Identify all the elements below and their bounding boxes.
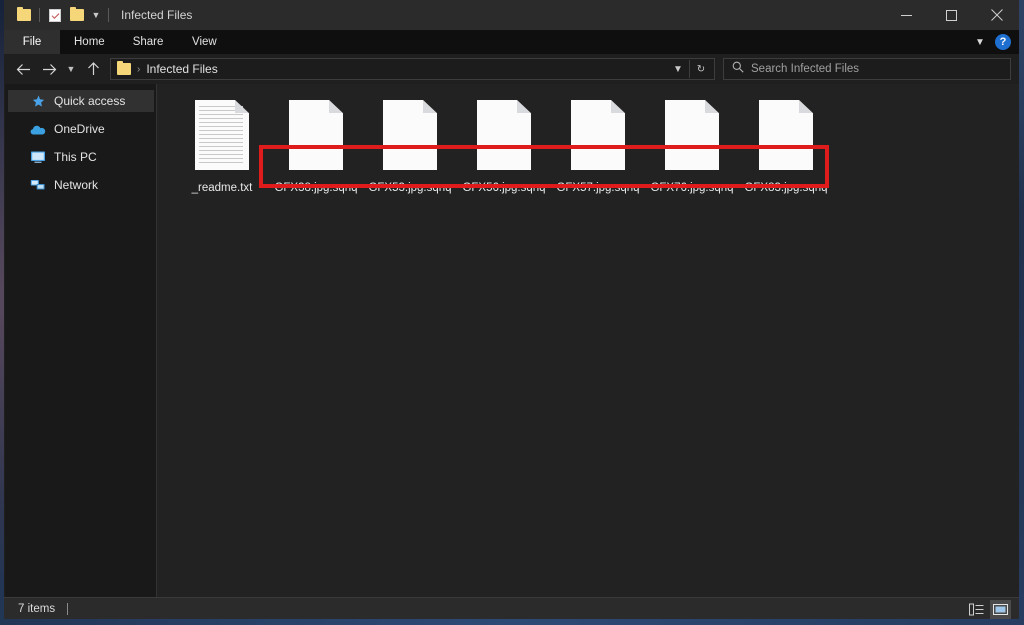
- desktop-background: ▼ Infected Files File Home Share View ▼ …: [0, 0, 1024, 625]
- status-divider: [67, 602, 69, 615]
- window-title: Infected Files: [121, 8, 193, 22]
- maximize-icon[interactable]: [929, 0, 974, 30]
- details-view-icon[interactable]: [966, 600, 987, 619]
- file-explorer-window: ▼ Infected Files File Home Share View ▼ …: [4, 0, 1019, 619]
- properties-icon[interactable]: [44, 4, 66, 26]
- file-list-pane[interactable]: _readme.txt GFX38.jpg.sqnq GFX53.jpg.sqn…: [157, 84, 1019, 597]
- sidebar-item-network[interactable]: Network: [8, 174, 154, 196]
- file-item[interactable]: _readme.txt: [175, 98, 269, 195]
- file-item[interactable]: GFX38.jpg.sqnq: [269, 98, 363, 195]
- sidebar-item-label: Quick access: [54, 94, 126, 108]
- sidebar-item-label: Network: [54, 178, 99, 192]
- chevron-down-icon[interactable]: ▼: [88, 10, 104, 20]
- blank-document-icon: [477, 100, 531, 170]
- navigation-bar: ▼ › Infected Files ▼ ↻: [4, 54, 1019, 84]
- ribbon-right-controls: ▼ ?: [971, 30, 1019, 54]
- up-arrow-icon[interactable]: [80, 56, 106, 82]
- forward-arrow-icon[interactable]: [36, 56, 62, 82]
- sidebar-item-onedrive[interactable]: OneDrive: [8, 118, 154, 140]
- item-count-label: 7 items: [18, 602, 56, 615]
- address-dropdown-icon[interactable]: ▼: [667, 59, 689, 79]
- back-arrow-icon[interactable]: [10, 56, 36, 82]
- file-item[interactable]: GFX57.jpg.sqnq: [551, 98, 645, 195]
- view-mode-buttons: [966, 598, 1011, 619]
- pin-star-icon: [30, 93, 46, 109]
- chevron-down-icon[interactable]: ▼: [971, 37, 989, 48]
- breadcrumb-separator[interactable]: ›: [137, 64, 140, 75]
- toolbar-divider: [39, 8, 40, 22]
- new-folder-icon[interactable]: [66, 4, 88, 26]
- file-item[interactable]: GFX83.jpg.sqnq: [739, 98, 833, 195]
- ribbon-tab-bar: File Home Share View ▼ ?: [4, 30, 1019, 54]
- text-document-icon: [195, 100, 249, 170]
- breadcrumb[interactable]: Infected Files: [146, 62, 217, 76]
- monitor-icon: [30, 149, 46, 165]
- address-bar[interactable]: › Infected Files ▼ ↻: [110, 58, 715, 80]
- file-name-label: _readme.txt: [191, 182, 253, 194]
- help-icon[interactable]: ?: [995, 34, 1011, 50]
- sidebar-item-quick-access[interactable]: Quick access: [8, 90, 154, 112]
- file-name-label: GFX56.jpg.sqnq: [462, 182, 546, 194]
- folder-icon[interactable]: [13, 4, 35, 26]
- file-name-label: GFX83.jpg.sqnq: [744, 182, 828, 194]
- file-item[interactable]: GFX56.jpg.sqnq: [457, 98, 551, 195]
- search-box[interactable]: [723, 58, 1011, 80]
- search-icon: [732, 60, 744, 78]
- cloud-icon: [30, 121, 46, 137]
- sidebar-item-label: This PC: [54, 150, 97, 164]
- search-input[interactable]: [751, 63, 1002, 75]
- tab-share[interactable]: Share: [119, 30, 178, 54]
- blank-document-icon: [759, 100, 813, 170]
- status-bar: 7 items: [4, 597, 1019, 619]
- file-name-label: GFX53.jpg.sqnq: [368, 182, 452, 194]
- tab-home[interactable]: Home: [60, 30, 119, 54]
- blank-document-icon: [665, 100, 719, 170]
- explorer-body: Quick access OneDrive This PC Network _r…: [4, 84, 1019, 597]
- file-name-label: GFX76.jpg.sqnq: [650, 182, 734, 194]
- minimize-icon[interactable]: [884, 0, 929, 30]
- refresh-icon[interactable]: ↻: [690, 59, 712, 79]
- recent-locations-icon[interactable]: ▼: [62, 56, 80, 82]
- toolbar-divider-2: [108, 8, 109, 22]
- file-item[interactable]: GFX76.jpg.sqnq: [645, 98, 739, 195]
- folder-icon: [117, 61, 131, 75]
- quick-access-toolbar: ▼ Infected Files: [4, 0, 192, 30]
- file-name-label: GFX38.jpg.sqnq: [274, 182, 358, 194]
- file-grid: _readme.txt GFX38.jpg.sqnq GFX53.jpg.sqn…: [175, 98, 1019, 195]
- blank-document-icon: [571, 100, 625, 170]
- blank-document-icon: [383, 100, 437, 170]
- sidebar-item-this-pc[interactable]: This PC: [8, 146, 154, 168]
- sidebar-item-label: OneDrive: [54, 122, 105, 136]
- blank-document-icon: [289, 100, 343, 170]
- window-controls: [884, 0, 1019, 30]
- close-icon[interactable]: [974, 0, 1019, 30]
- file-name-label: GFX57.jpg.sqnq: [556, 182, 640, 194]
- file-item[interactable]: GFX53.jpg.sqnq: [363, 98, 457, 195]
- title-bar: ▼ Infected Files: [4, 0, 1019, 30]
- navigation-pane: Quick access OneDrive This PC Network: [5, 84, 157, 597]
- tab-view[interactable]: View: [177, 30, 231, 54]
- tab-file[interactable]: File: [4, 30, 60, 54]
- large-icons-view-icon[interactable]: [990, 599, 1011, 619]
- network-icon: [30, 177, 46, 193]
